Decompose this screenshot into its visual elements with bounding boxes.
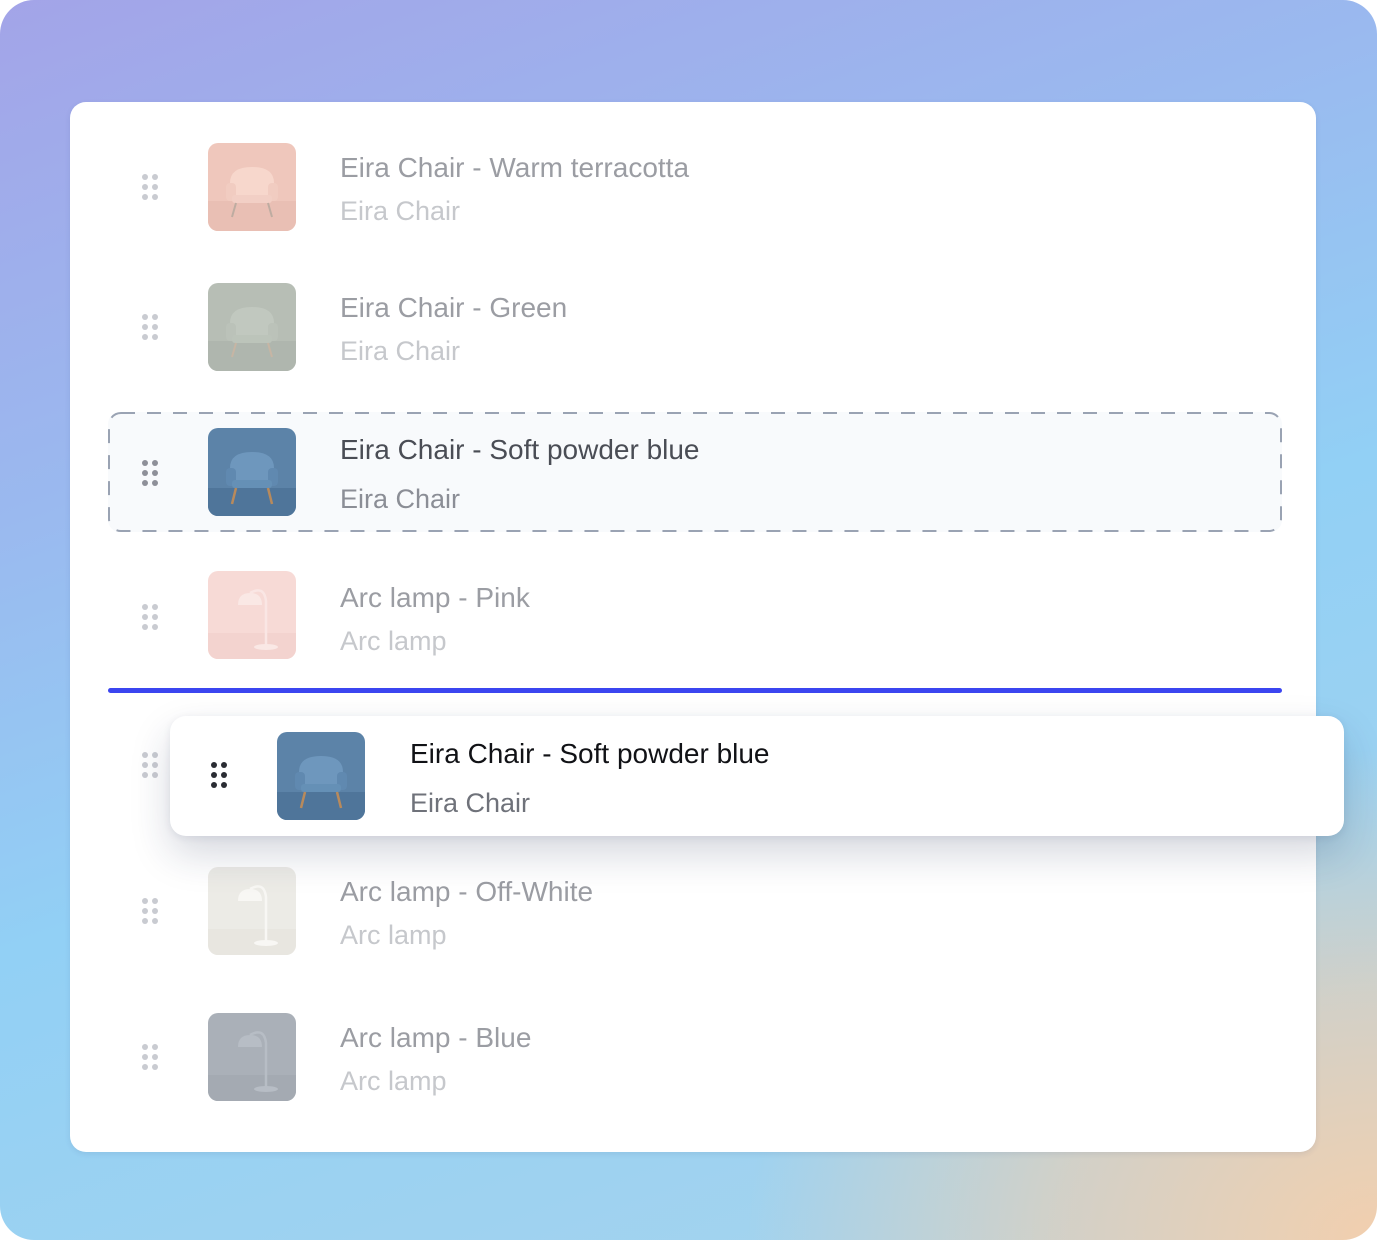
drag-handle-icon[interactable] bbox=[142, 604, 158, 630]
lamp-thumbnail bbox=[208, 1013, 296, 1101]
list-item[interactable]: Arc lamp - Blue Arc lamp bbox=[70, 1002, 1316, 1112]
item-subtitle: Arc lamp bbox=[340, 626, 447, 656]
chair-thumbnail bbox=[208, 283, 296, 371]
drag-handle-icon[interactable] bbox=[142, 1044, 158, 1070]
item-title: Arc lamp - Pink bbox=[340, 582, 530, 613]
drag-handle-icon[interactable] bbox=[142, 460, 158, 486]
item-title: Eira Chair - Green bbox=[340, 292, 568, 323]
lamp-thumbnail bbox=[208, 571, 296, 659]
drag-handle-icon[interactable] bbox=[211, 762, 227, 788]
lamp-thumbnail bbox=[208, 867, 296, 955]
chair-thumbnail bbox=[277, 732, 365, 820]
drag-handle-icon[interactable] bbox=[142, 174, 158, 200]
list-item[interactable]: Arc lamp - Off-White Arc lamp bbox=[70, 856, 1316, 966]
list-item[interactable]: Eira Chair - Green Eira Chair bbox=[70, 272, 1316, 382]
item-title: Arc lamp - Off-White bbox=[340, 876, 594, 907]
chair-thumbnail bbox=[208, 428, 296, 516]
item-title: Eira Chair - Warm terracotta bbox=[340, 152, 690, 183]
sortable-list-card: Eira Chair - Warm terracotta Eira Chair … bbox=[70, 102, 1316, 1152]
background-frame: Eira Chair - Warm terracotta Eira Chair … bbox=[0, 0, 1377, 1240]
drop-indicator-line bbox=[108, 688, 1282, 693]
list-item[interactable]: Eira Chair - Warm terracotta Eira Chair bbox=[70, 132, 1316, 242]
drop-placeholder: Eira Chair - Soft powder blue Eira Chair bbox=[108, 412, 1282, 532]
item-title: Eira Chair - Soft powder blue bbox=[410, 738, 770, 769]
item-subtitle: Arc lamp bbox=[340, 920, 447, 950]
item-subtitle: Eira Chair bbox=[340, 484, 461, 514]
item-title: Arc lamp - Blue bbox=[340, 1022, 532, 1053]
list-item[interactable]: Arc lamp - Pink Arc lamp bbox=[70, 562, 1316, 672]
item-subtitle: Eira Chair bbox=[410, 788, 531, 818]
drag-handle-icon[interactable] bbox=[142, 898, 158, 924]
item-subtitle: Arc lamp bbox=[340, 1066, 447, 1096]
dragged-list-item[interactable]: Eira Chair - Soft powder blue Eira Chair bbox=[170, 716, 1344, 836]
drag-handle-icon[interactable] bbox=[142, 314, 158, 340]
item-subtitle: Eira Chair bbox=[340, 196, 461, 226]
item-title: Eira Chair - Soft powder blue bbox=[340, 434, 700, 465]
drag-handle-icon bbox=[142, 752, 158, 778]
item-subtitle: Eira Chair bbox=[340, 336, 461, 366]
chair-thumbnail bbox=[208, 143, 296, 231]
